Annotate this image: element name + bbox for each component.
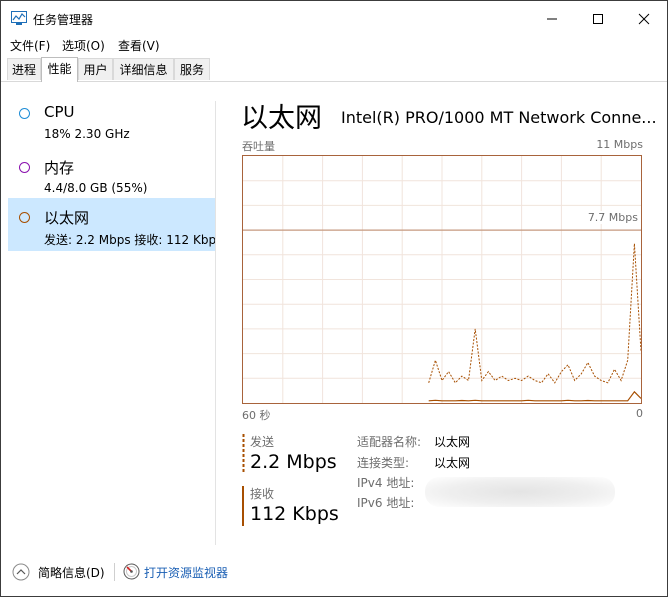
chevron-up-icon[interactable] xyxy=(12,563,30,581)
tab-details[interactable]: 详细信息 xyxy=(113,58,174,80)
task-manager-icon xyxy=(11,11,27,25)
menu-file[interactable]: 文件(F) xyxy=(10,37,50,54)
resource-name: 内存 xyxy=(44,159,75,177)
close-icon xyxy=(638,13,650,25)
reference-line-label: 7.7 Mbps xyxy=(586,211,639,224)
x-axis-left-label: 60 秒 xyxy=(242,409,271,422)
maximize-icon xyxy=(593,14,603,24)
ipv4-label: IPv4 地址: xyxy=(357,476,415,490)
footer-divider xyxy=(114,563,115,581)
throughput-graph: 7.7 Mbps xyxy=(242,155,642,404)
title-bar: 任务管理器 xyxy=(1,1,667,35)
resource-name: CPU xyxy=(44,103,75,121)
receive-series-line xyxy=(428,390,642,402)
minimize-icon xyxy=(547,18,557,20)
resource-value: 18% 2.30 GHz xyxy=(44,127,130,141)
footer: 简略信息(D) 打开资源监视器 xyxy=(1,557,667,587)
ethernet-indicator-icon xyxy=(19,212,30,223)
receive-indicator-line xyxy=(242,486,244,526)
close-button[interactable] xyxy=(621,1,667,35)
resource-value: 发送: 2.2 Mbps 接收: 112 Kbps xyxy=(44,233,215,247)
ipv6-label: IPv6 地址: xyxy=(357,496,415,510)
menu-options[interactable]: 选项(O) xyxy=(62,37,105,54)
send-value: 2.2 Mbps xyxy=(250,451,337,473)
memory-indicator-icon xyxy=(19,162,30,173)
resource-monitor-icon[interactable] xyxy=(123,563,140,580)
receive-value: 112 Kbps xyxy=(250,503,339,525)
maximize-button[interactable] xyxy=(575,1,621,35)
connection-type-value: 以太网 xyxy=(434,456,471,470)
resource-item-memory[interactable]: 内存 4.4/8.0 GB (55%) xyxy=(8,148,215,201)
menu-view[interactable]: 查看(V) xyxy=(118,37,160,54)
adapter-name-value: 以太网 xyxy=(434,435,471,449)
resource-value: 4.4/8.0 GB (55%) xyxy=(44,181,148,195)
detail-title: 以太网 xyxy=(241,103,322,134)
summary-button[interactable]: 简略信息(D) xyxy=(38,564,105,581)
resource-list: CPU 18% 2.30 GHz 内存 4.4/8.0 GB (55%) 以太网… xyxy=(8,87,215,547)
tab-services[interactable]: 服务 xyxy=(174,58,210,80)
connection-type-label: 连接类型: xyxy=(357,456,410,470)
task-manager-window: 任务管理器 文件(F) 选项(O) 查看(V) 进程 性能 用户 详细信息 服务… xyxy=(0,0,668,597)
open-resource-monitor-link[interactable]: 打开资源监视器 xyxy=(144,564,228,581)
resource-name: 以太网 xyxy=(44,209,90,227)
panel-divider xyxy=(215,101,216,545)
x-axis-right-label: 0 xyxy=(636,407,643,420)
send-indicator-line xyxy=(242,434,245,474)
send-series-line xyxy=(428,243,642,384)
redacted-address xyxy=(425,477,615,507)
window-title: 任务管理器 xyxy=(33,13,94,27)
tab-processes[interactable]: 进程 xyxy=(7,58,41,80)
adapter-name: Intel(R) PRO/1000 MT Network Conne... xyxy=(341,108,657,127)
minimize-button[interactable] xyxy=(529,1,575,35)
throughput-chart xyxy=(243,156,642,403)
graph-max-label: 11 Mbps xyxy=(596,138,643,151)
tab-performance[interactable]: 性能 xyxy=(41,57,78,82)
tab-users[interactable]: 用户 xyxy=(78,58,113,80)
adapter-name-label: 适配器名称: xyxy=(357,435,422,449)
tab-strip: 进程 性能 用户 详细信息 服务 xyxy=(1,57,667,82)
send-label: 发送 xyxy=(250,435,275,449)
throughput-label: 吞吐量 xyxy=(242,140,275,153)
resource-item-cpu[interactable]: CPU 18% 2.30 GHz xyxy=(8,94,215,147)
resource-item-ethernet[interactable]: 以太网 发送: 2.2 Mbps 接收: 112 Kbps xyxy=(8,198,215,251)
receive-label: 接收 xyxy=(250,487,275,501)
cpu-indicator-icon xyxy=(19,108,30,119)
